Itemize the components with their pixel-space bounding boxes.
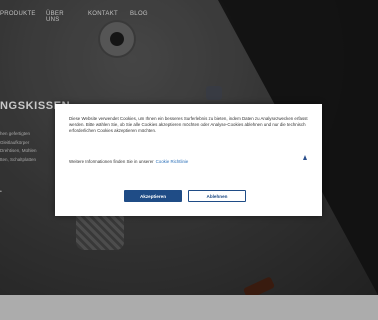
- cookie-consent-dialog: Diese Website verwendet Cookies, um Ihne…: [55, 104, 322, 216]
- cookie-more-info: Weitere Informationen finden Sie in unse…: [69, 159, 308, 164]
- reject-cookies-button[interactable]: Ablehnen: [188, 190, 246, 202]
- cookie-more-info-text: Weitere Informationen finden Sie in unse…: [69, 158, 154, 164]
- cookie-message: Diese Website verwendet Cookies, um Ihne…: [69, 116, 308, 134]
- cookie-policy-link[interactable]: Cookie Richtlinie: [156, 159, 189, 164]
- accept-cookies-button[interactable]: Akzeptieren: [124, 190, 182, 202]
- triangle-up-icon[interactable]: [303, 155, 307, 160]
